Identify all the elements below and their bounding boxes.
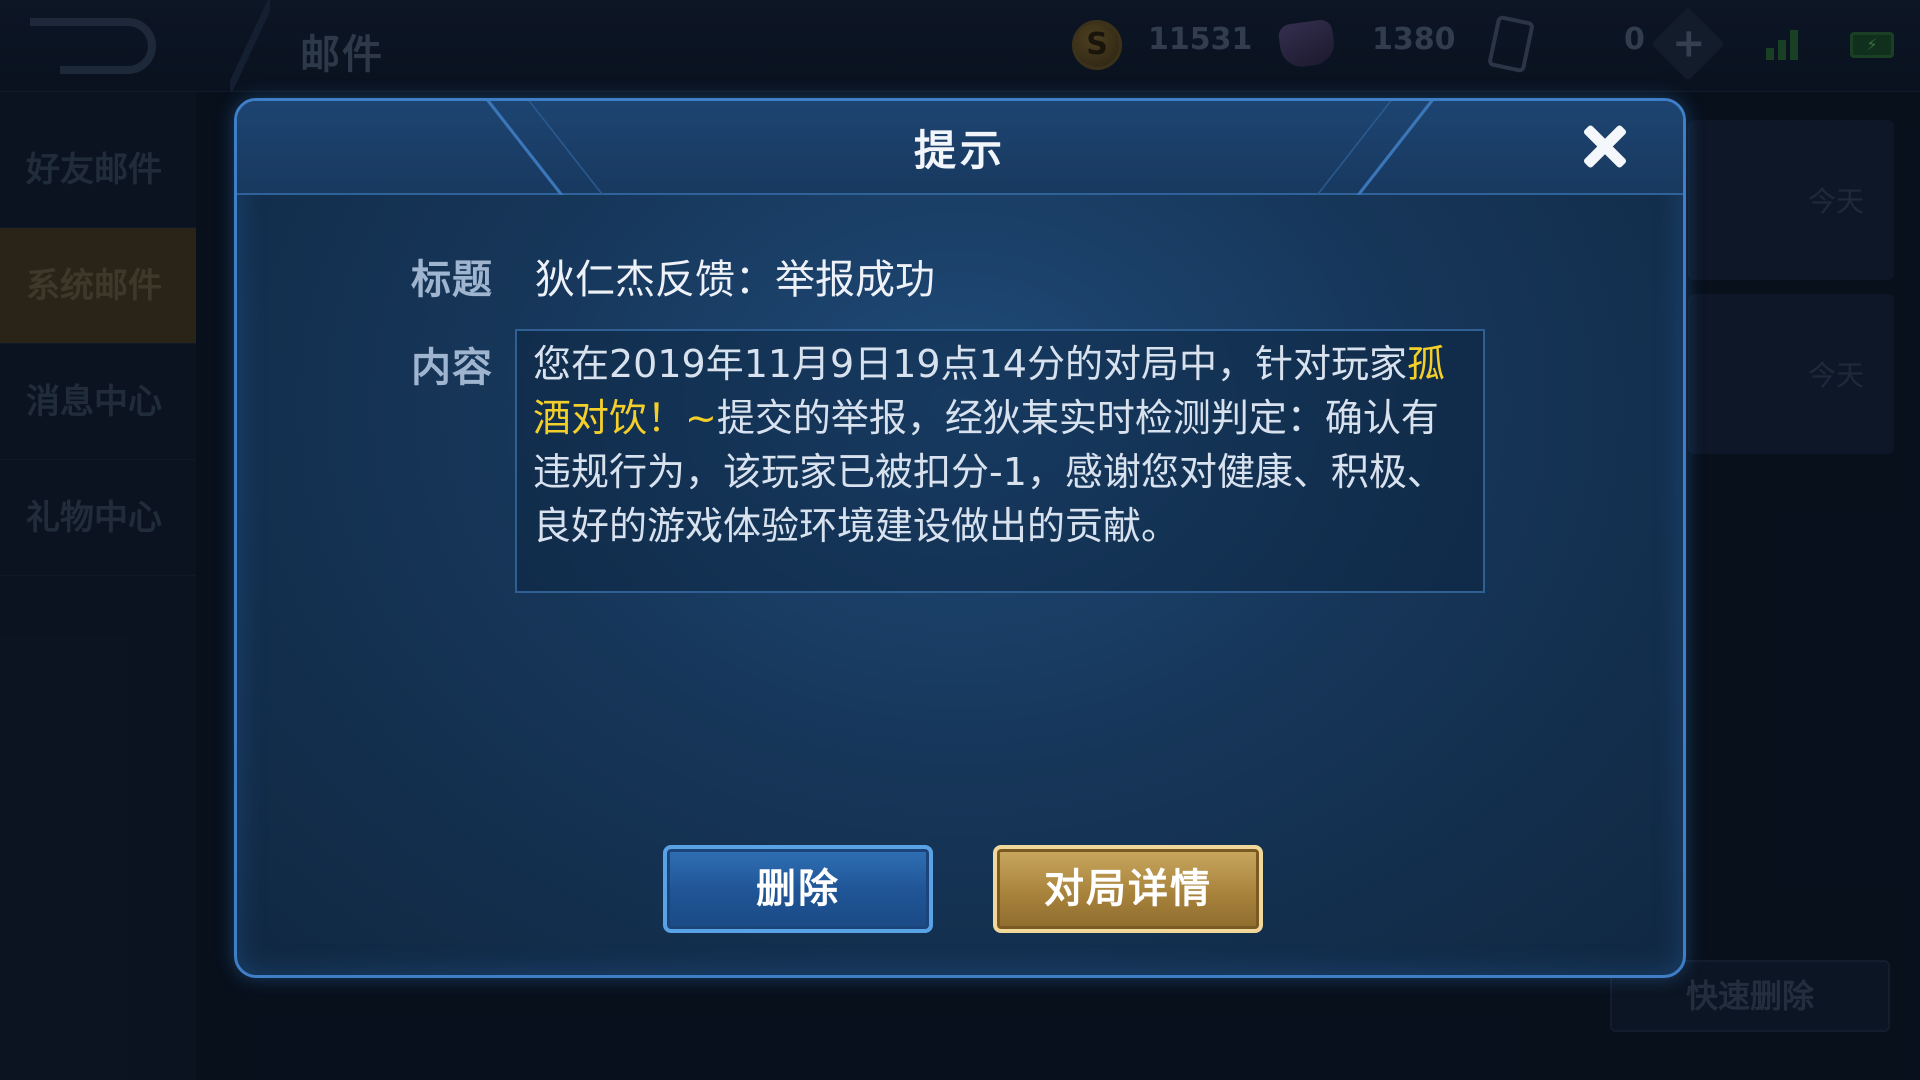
- mail-content: 您在2019年11月9日19点14分的对局中，针对玩家孤酒对饮！~提交的举报，经…: [515, 329, 1485, 593]
- subject-label: 标题: [411, 257, 493, 303]
- notice-dialog: 提示 标题 狄仁杰反馈：举报成功 内容 您在2019年11月9日19点14分的对…: [234, 98, 1686, 978]
- content-text: 您在2019年11月9日19点14分的对局中，针对玩家: [533, 342, 1407, 386]
- close-icon[interactable]: [1575, 117, 1635, 177]
- mail-subject: 狄仁杰反馈：举报成功: [535, 257, 935, 303]
- dialog-header: 提示: [237, 101, 1683, 195]
- content-label: 内容: [411, 345, 493, 391]
- match-details-button[interactable]: 对局详情: [993, 845, 1263, 933]
- dialog-title: 提示: [913, 126, 1006, 175]
- delete-button[interactable]: 删除: [663, 845, 933, 933]
